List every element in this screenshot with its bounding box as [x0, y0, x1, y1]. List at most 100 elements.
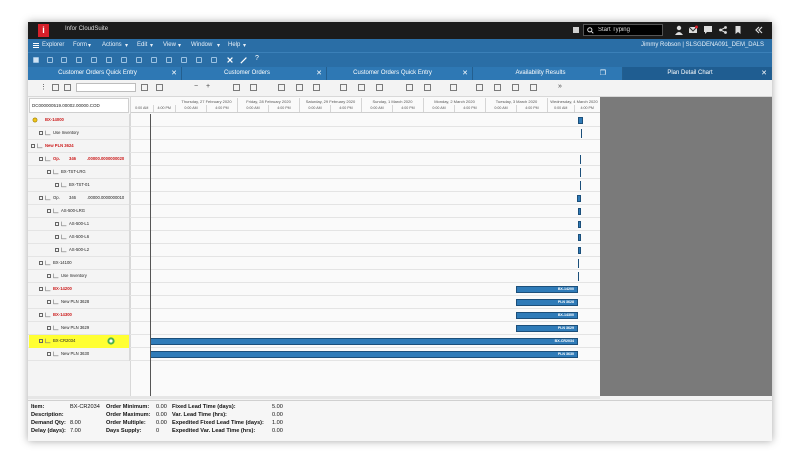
- tree-row[interactable]: AS-500-L6: [28, 231, 600, 244]
- tree-cell[interactable]: AS-500-L1: [29, 218, 130, 231]
- plus-icon[interactable]: +: [206, 83, 210, 90]
- tools-icon-2[interactable]: [358, 84, 365, 91]
- undo-icon[interactable]: [296, 84, 303, 91]
- tree-row[interactable]: BX-14000: [28, 114, 600, 127]
- menu-help[interactable]: Help: [228, 42, 240, 48]
- gantt-tick-bar[interactable]: [578, 234, 581, 241]
- tree-cell[interactable]: BX-14300: [29, 309, 130, 322]
- tree-row[interactable]: New PLN 3624: [28, 140, 600, 153]
- prev-record-icon[interactable]: [151, 57, 157, 63]
- tree-row[interactable]: AS-500-L2: [28, 244, 600, 257]
- gantt-tick-bar[interactable]: [578, 221, 581, 228]
- menu-actions[interactable]: Actions: [102, 42, 122, 48]
- tree-cell[interactable]: AS-500-L2: [29, 244, 130, 257]
- tree-row[interactable]: BX-14100: [28, 257, 600, 270]
- tools-icon[interactable]: [226, 56, 234, 64]
- tree-cell[interactable]: New PLN 3629: [29, 322, 130, 335]
- hierarchy-icon[interactable]: [530, 84, 537, 91]
- tab-customer-orders-quick-entry-2[interactable]: Customer Orders Quick Entry ✕: [327, 67, 473, 80]
- tree-cell[interactable]: Op. 346 .00000.0000000020: [29, 153, 130, 166]
- tree-cell[interactable]: BX-14000: [29, 114, 130, 127]
- tree-cell[interactable]: Use Inventory: [29, 127, 130, 140]
- gantt-bar[interactable]: PLN 3630: [150, 351, 578, 358]
- user-icon[interactable]: [674, 25, 684, 35]
- hamburger-icon[interactable]: [33, 43, 39, 48]
- expand-node-icon[interactable]: [55, 235, 59, 239]
- expand-node-icon[interactable]: [31, 144, 35, 148]
- tree-cell[interactable]: AS-500-L6: [29, 231, 130, 244]
- tree-row[interactable]: AS-500-L1: [28, 218, 600, 231]
- menu-edit[interactable]: Edit: [137, 42, 147, 48]
- list-icon[interactable]: [233, 84, 240, 91]
- tree-row[interactable]: BX-TST-01: [28, 179, 600, 192]
- tree-collapse-icon[interactable]: [64, 84, 71, 91]
- zoom-in-icon[interactable]: [406, 84, 413, 91]
- expand-node-icon[interactable]: [47, 352, 51, 356]
- people-icon[interactable]: [512, 84, 519, 91]
- binoculars-next-icon[interactable]: [156, 84, 163, 91]
- tab-availability-results[interactable]: Availability Results ❐: [473, 67, 623, 80]
- tab-customer-orders[interactable]: Customer Orders ✕: [182, 67, 327, 80]
- expand-node-icon[interactable]: [39, 313, 43, 317]
- zoom-out-icon[interactable]: [424, 84, 431, 91]
- tree-expand-icon[interactable]: [52, 84, 59, 91]
- collapse-panel-icon[interactable]: [754, 25, 764, 35]
- first-record-icon[interactable]: [136, 57, 142, 63]
- expand-node-icon[interactable]: [39, 131, 43, 135]
- expand-node-icon[interactable]: [55, 248, 59, 252]
- grid-icon[interactable]: [121, 57, 127, 63]
- tab-customer-orders-quick-entry[interactable]: Customer Orders Quick Entry ✕: [28, 67, 182, 80]
- gantt-bar[interactable]: PLN 3629: [516, 325, 578, 332]
- gantt-tick-bar[interactable]: [578, 208, 581, 215]
- expand-node-icon[interactable]: [39, 157, 43, 161]
- tree-row[interactable]: BX-14300 BX-14300: [28, 309, 600, 322]
- minus-icon[interactable]: −: [194, 83, 198, 90]
- tree-cell[interactable]: BX-14200: [29, 283, 130, 296]
- expand-node-icon[interactable]: [39, 261, 43, 265]
- link-icon[interactable]: [376, 84, 383, 91]
- pencil-icon[interactable]: [240, 56, 248, 64]
- print-icon[interactable]: [211, 57, 217, 63]
- tree-row[interactable]: Use Inventory: [28, 270, 600, 283]
- expand-node-icon[interactable]: [55, 222, 59, 226]
- gantt-tick-bar[interactable]: [578, 247, 581, 254]
- expand-node-icon[interactable]: [47, 170, 51, 174]
- tree-cell[interactable]: New PLN 3628: [29, 296, 130, 309]
- menu-window[interactable]: Window: [191, 42, 212, 48]
- expand-node-icon[interactable]: [47, 326, 51, 330]
- more-icon[interactable]: ⋮: [40, 83, 47, 91]
- share-icon[interactable]: [718, 25, 728, 35]
- tree-row[interactable]: BX-14200 BX-14200: [28, 283, 600, 296]
- next-record-icon[interactable]: [166, 57, 172, 63]
- expand-node-icon[interactable]: [39, 196, 43, 200]
- gantt-bar[interactable]: BX-14200: [516, 286, 578, 293]
- gantt-bar[interactable]: PLN 3628: [516, 299, 578, 306]
- help-question-icon[interactable]: ?: [255, 55, 259, 62]
- gantt-bar[interactable]: BX-14300: [516, 312, 578, 319]
- menu-explorer[interactable]: Explorer: [42, 42, 64, 48]
- expand-box-icon[interactable]: [250, 84, 257, 91]
- popout-icon[interactable]: ❐: [600, 67, 606, 80]
- tree-row[interactable]: AS-500-LRG: [28, 205, 600, 218]
- gantt-tick-bar[interactable]: [578, 117, 583, 124]
- overflow-chevron-icon[interactable]: »: [558, 83, 562, 90]
- tree-cell[interactable]: BX-TST-LRG: [29, 166, 130, 179]
- tree-row[interactable]: New PLN 3628 PLN 3628: [28, 296, 600, 309]
- expand-node-icon[interactable]: [39, 339, 43, 343]
- menu-form[interactable]: Form: [73, 42, 87, 48]
- edit-icon[interactable]: [450, 84, 457, 91]
- align-icon[interactable]: [494, 84, 501, 91]
- close-tab-icon[interactable]: ✕: [462, 67, 468, 80]
- tree-cell[interactable]: Use Inventory: [29, 270, 130, 283]
- menu-view[interactable]: View: [163, 42, 176, 48]
- expand-node-icon[interactable]: [39, 287, 43, 291]
- expand-node-icon[interactable]: [47, 274, 51, 278]
- tab-plan-detail-chart[interactable]: Plan Detail Chart ✕: [623, 67, 772, 80]
- binoculars-icon[interactable]: [141, 84, 148, 91]
- search-box[interactable]: [583, 24, 663, 36]
- expand-node-icon[interactable]: [47, 209, 51, 213]
- expand-node-icon[interactable]: [55, 183, 59, 187]
- delete-icon[interactable]: [76, 57, 82, 63]
- mail-icon[interactable]: [688, 25, 698, 35]
- last-record-icon[interactable]: [181, 57, 187, 63]
